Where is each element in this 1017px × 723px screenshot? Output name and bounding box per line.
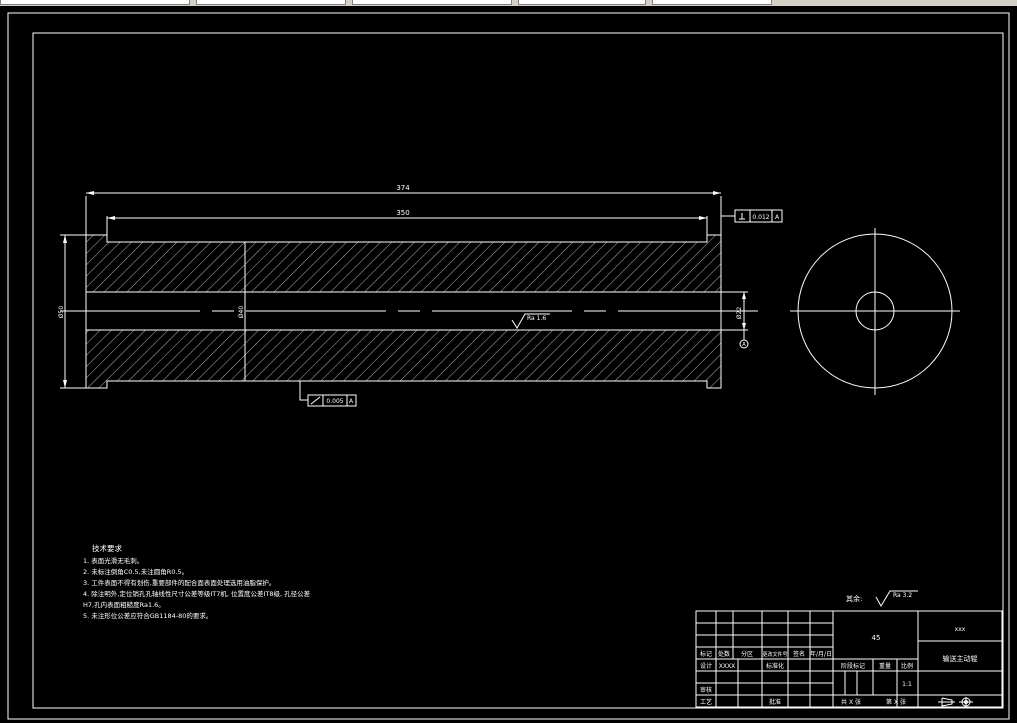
tech-requirement-item: 5. 未注形位公差应符合GB1184-80的要求。 bbox=[83, 611, 212, 620]
overall-length-label: 374 bbox=[396, 184, 410, 192]
roughness-bore: Ra 1.6 bbox=[511, 313, 550, 329]
review-label: 审核 bbox=[700, 686, 712, 694]
scale-label: 比例 bbox=[901, 662, 913, 670]
header-cell-date: 年/月/日 bbox=[810, 650, 832, 658]
dimension-center-diameter: Ø40 bbox=[238, 292, 246, 330]
roughness-rest: 其余: Ra 3.2 bbox=[846, 590, 918, 607]
standard-label: 标准化 bbox=[766, 662, 784, 670]
company-name: xxx bbox=[955, 626, 966, 633]
roller-side-view bbox=[60, 234, 760, 389]
top-tolerance-value: 0.012 bbox=[752, 214, 769, 221]
datum-label: A bbox=[742, 342, 746, 348]
roller-end-view bbox=[790, 228, 960, 395]
designer-label: 设计 bbox=[700, 662, 712, 670]
title-block: 标记 处数 分区 更改文件号 签名 年/月/日 设计 XXXX 标准化 审核 工… bbox=[695, 610, 1003, 708]
header-cell-count: 处数 bbox=[718, 650, 730, 658]
center-diameter-label: Ø40 bbox=[238, 306, 245, 319]
stage-label: 阶段标记 bbox=[841, 662, 865, 670]
toolbar-field-4[interactable] bbox=[518, 0, 646, 5]
tech-requirement-item: 1. 表面光滑无毛刺。 bbox=[83, 556, 143, 565]
process-label: 工艺 bbox=[700, 698, 712, 706]
roughness-rest-label: Ra 3.2 bbox=[893, 592, 912, 599]
header-cell-doc-no: 更改文件号 bbox=[762, 651, 787, 658]
tech-requirement-item: 3. 工件表面不得有划伤,重要部件的配合面表面处理选用油脂保护。 bbox=[83, 578, 275, 587]
header-cell-sign: 签名 bbox=[793, 650, 805, 658]
part-name: 输送主动辊 bbox=[943, 654, 978, 663]
toolbar-field-5[interactable] bbox=[652, 0, 772, 5]
dimension-inner-length: 350 bbox=[106, 209, 708, 242]
tech-requirement-item: H7,孔内表面粗糙度Ra1.6。 bbox=[83, 600, 165, 609]
header-cell-mark: 标记 bbox=[700, 650, 712, 658]
sheet-number: 第 X 张 bbox=[886, 698, 906, 706]
designer-value: XXXX bbox=[719, 663, 735, 670]
runout-icon bbox=[310, 396, 321, 405]
lower-wall-section bbox=[85, 329, 722, 389]
tech-requirements-title: 技术要求 bbox=[92, 543, 122, 553]
sheets-total: 共 X 张 bbox=[841, 698, 861, 706]
inner-length-label: 350 bbox=[396, 209, 409, 217]
roughness-bore-label: Ra 1.6 bbox=[527, 315, 546, 322]
cad-drawing-canvas[interactable]: 374 350 0.012 A Ø50 Ø40 Ø22 A Ra 1.6 0.0… bbox=[0, 6, 1017, 723]
toolbar-field-3[interactable] bbox=[352, 0, 512, 5]
outer-diameter-label: Ø50 bbox=[58, 306, 65, 319]
toolbar-field-1[interactable] bbox=[0, 0, 190, 5]
bottom-tolerance-value: 0.005 bbox=[326, 398, 343, 405]
top-tolerance-datum: A bbox=[775, 214, 780, 221]
tolerance-frame-bottom: 0.005 A bbox=[299, 381, 357, 407]
scale-value: 1:1 bbox=[902, 681, 912, 688]
toolbar-field-2[interactable] bbox=[196, 0, 346, 5]
material-value: 45 bbox=[872, 634, 881, 642]
roughness-rest-prefix: 其余: bbox=[846, 594, 862, 603]
projection-symbol-icon bbox=[938, 697, 973, 707]
header-cell-zone: 分区 bbox=[741, 650, 753, 658]
tolerance-frame-top: 0.012 A bbox=[721, 209, 783, 223]
weight-label: 重量 bbox=[879, 662, 891, 670]
approve-label: 批准 bbox=[769, 698, 781, 706]
dimension-bore-diameter: Ø22 A bbox=[721, 291, 749, 349]
bottom-tolerance-datum: A bbox=[349, 398, 354, 405]
tech-requirement-item: 4. 除注明外,定位销孔孔轴线性尺寸公差等级IT7机, 位置度公差IT8级, 孔… bbox=[83, 589, 311, 598]
tech-requirements: 技术要求 1. 表面光滑无毛刺。 2. 未标注倒角C0.5,未注圆角R0.5。 … bbox=[83, 543, 311, 620]
bore-diameter-label: Ø22 bbox=[736, 307, 743, 320]
upper-wall-section bbox=[85, 234, 722, 293]
tech-requirement-item: 2. 未标注倒角C0.5,未注圆角R0.5。 bbox=[83, 567, 188, 576]
